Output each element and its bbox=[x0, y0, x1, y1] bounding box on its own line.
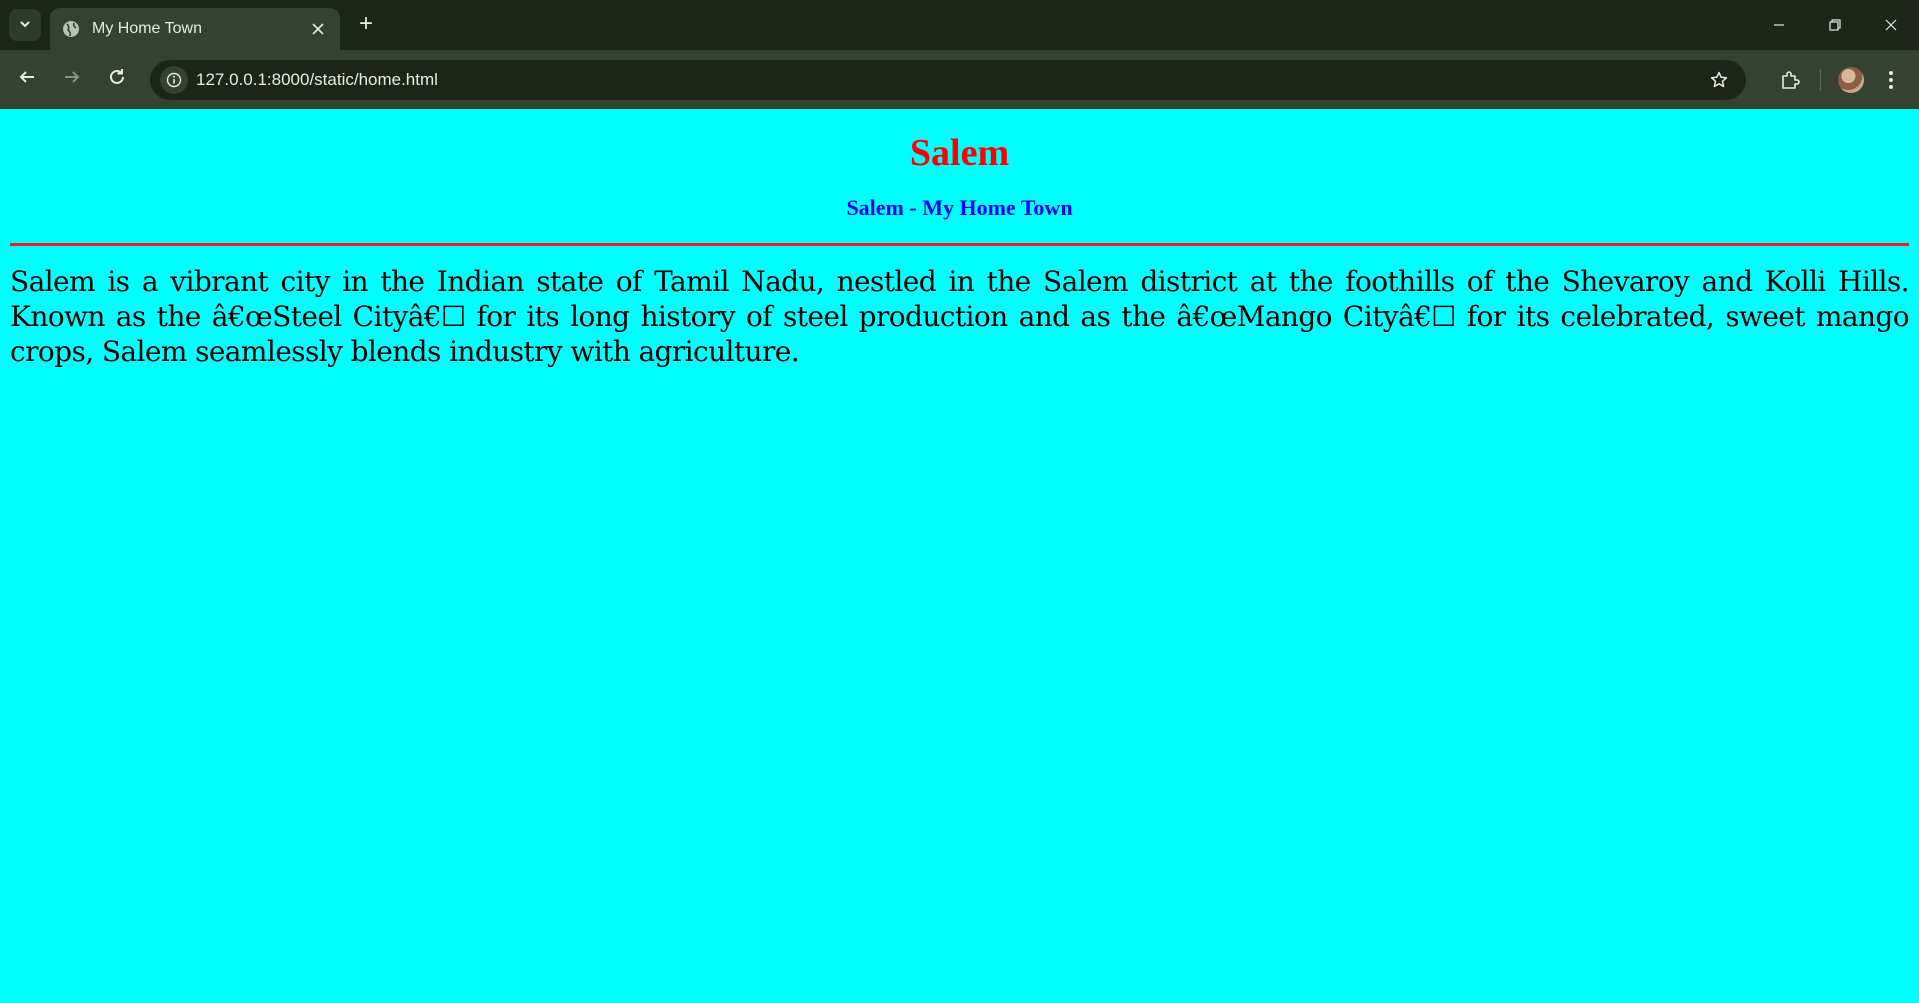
arrow-left-icon bbox=[18, 68, 36, 91]
restore-icon[interactable] bbox=[1807, 0, 1863, 50]
page-subtitle: Salem - My Home Town bbox=[846, 194, 1073, 220]
url-text[interactable]: 127.0.0.1:8000/static/home.html bbox=[196, 70, 1704, 90]
horizontal-rule bbox=[10, 242, 1909, 246]
browser-toolbar: 127.0.0.1:8000/static/home.html bbox=[0, 50, 1919, 109]
reload-button[interactable] bbox=[99, 62, 135, 98]
new-tab-button[interactable]: + bbox=[352, 10, 380, 38]
close-icon[interactable] bbox=[308, 19, 328, 39]
star-icon[interactable] bbox=[1704, 65, 1734, 95]
kebab-menu-icon[interactable] bbox=[1871, 60, 1911, 100]
toolbar-divider bbox=[1820, 68, 1821, 91]
reload-icon bbox=[108, 68, 126, 91]
close-window-icon[interactable] bbox=[1863, 0, 1919, 50]
window-controls bbox=[1751, 0, 1919, 50]
puzzle-icon[interactable] bbox=[1770, 60, 1810, 100]
toolbar-right bbox=[1770, 50, 1911, 109]
arrow-right-icon bbox=[63, 68, 81, 91]
tab-strip: My Home Town + bbox=[0, 0, 1919, 50]
address-bar[interactable]: 127.0.0.1:8000/static/home.html bbox=[150, 60, 1746, 100]
info-icon[interactable] bbox=[160, 66, 188, 94]
page-title: Salem bbox=[909, 132, 1010, 174]
intro-paragraph: Salem is a vibrant city in the Indian st… bbox=[10, 264, 1910, 368]
profile-button[interactable] bbox=[1831, 60, 1871, 100]
page-content: Salem Salem - My Home Town Salem is a vi… bbox=[0, 109, 1919, 1003]
chevron-down-icon bbox=[18, 17, 32, 34]
minimize-icon[interactable] bbox=[1751, 0, 1807, 50]
forward-button[interactable] bbox=[54, 62, 90, 98]
back-button[interactable] bbox=[9, 62, 45, 98]
browser-window: My Home Town + 127.0.0.1:8000/static/hom… bbox=[0, 0, 1919, 1003]
tab-search-button[interactable] bbox=[9, 9, 41, 41]
tab-active[interactable]: My Home Town bbox=[50, 8, 340, 50]
tab-title: My Home Town bbox=[92, 20, 202, 37]
globe-icon bbox=[62, 20, 80, 38]
avatar bbox=[1838, 66, 1864, 93]
